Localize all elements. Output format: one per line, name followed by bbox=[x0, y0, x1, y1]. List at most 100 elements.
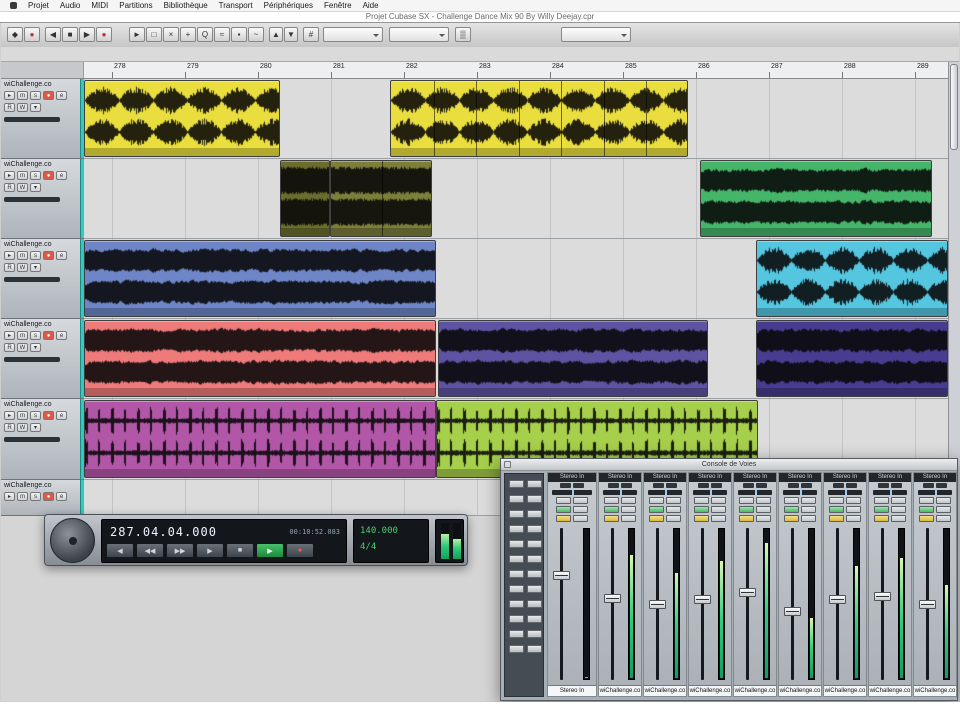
write-button[interactable] bbox=[573, 506, 588, 513]
insert-button[interactable] bbox=[756, 515, 771, 522]
read-button[interactable] bbox=[874, 506, 889, 513]
track-button[interactable]: ▾ bbox=[30, 343, 41, 352]
mixer-common-button[interactable] bbox=[527, 585, 542, 593]
mute-button[interactable] bbox=[604, 497, 619, 504]
audio-clip[interactable] bbox=[330, 160, 432, 237]
menu-item-midi[interactable]: MIDI bbox=[91, 1, 108, 10]
track-button[interactable]: R bbox=[4, 263, 15, 272]
audio-clip[interactable] bbox=[280, 160, 330, 237]
mixer-common-button[interactable] bbox=[527, 570, 542, 578]
channel-routing[interactable]: Stereo In bbox=[869, 473, 911, 482]
toolbar-button[interactable]: + bbox=[180, 27, 196, 42]
mixer-common-button[interactable] bbox=[509, 645, 524, 653]
mixer-common-button[interactable] bbox=[527, 495, 542, 503]
toolbar-dropdown[interactable] bbox=[389, 27, 449, 42]
mixer-common-button[interactable] bbox=[509, 540, 524, 548]
read-button[interactable] bbox=[919, 506, 934, 513]
toolbar-button[interactable]: Q bbox=[197, 27, 213, 42]
fader-cap[interactable] bbox=[694, 595, 711, 604]
mixer-common-button[interactable] bbox=[527, 555, 542, 563]
track-button[interactable]: W bbox=[17, 423, 28, 432]
channel-name[interactable]: wiChallenge.co bbox=[644, 685, 686, 696]
mixer-common-button[interactable] bbox=[509, 570, 524, 578]
record-button[interactable]: ● bbox=[286, 543, 314, 558]
mixer-common-button[interactable] bbox=[527, 600, 542, 608]
track-button[interactable]: s bbox=[30, 411, 41, 420]
toolbar-button[interactable]: ▒ bbox=[455, 27, 471, 42]
track-header[interactable]: wiChallenge.co ▸ m s ● e R W ▾ bbox=[1, 239, 84, 319]
mixer-common-button[interactable] bbox=[509, 525, 524, 533]
track-button[interactable]: s bbox=[30, 331, 41, 340]
toolbar-button[interactable]: ▼ bbox=[284, 27, 298, 42]
insert-button[interactable] bbox=[666, 515, 681, 522]
mixer-common-button[interactable] bbox=[527, 510, 542, 518]
toolbar-button[interactable]: ≈ bbox=[214, 27, 230, 42]
channel-name[interactable]: wiChallenge.co bbox=[914, 685, 956, 696]
edit-button[interactable] bbox=[919, 515, 934, 522]
pan-slider[interactable] bbox=[873, 490, 907, 495]
read-button[interactable] bbox=[829, 506, 844, 513]
edit-button[interactable] bbox=[556, 515, 571, 522]
tempo-display[interactable]: 140.000 bbox=[360, 526, 398, 536]
track-button[interactable]: s bbox=[30, 492, 41, 501]
channel-routing[interactable]: Stereo In bbox=[824, 473, 866, 482]
audio-clip[interactable] bbox=[756, 320, 948, 397]
signature-display[interactable]: 4/4 bbox=[360, 542, 376, 552]
track-header[interactable]: wiChallenge.co ▸ m s ● e R W ▾ bbox=[1, 159, 84, 239]
track-button[interactable]: s bbox=[30, 251, 41, 260]
mute-button[interactable] bbox=[874, 497, 889, 504]
track-button[interactable]: s bbox=[30, 91, 41, 100]
pan-slider[interactable] bbox=[828, 490, 862, 495]
channel-name[interactable]: wiChallenge.co bbox=[869, 685, 911, 696]
track-button[interactable]: ▸ bbox=[4, 492, 15, 501]
fader-cap[interactable] bbox=[784, 607, 801, 616]
track-button[interactable]: W bbox=[17, 183, 28, 192]
write-button[interactable] bbox=[756, 506, 771, 513]
edit-button[interactable] bbox=[694, 515, 709, 522]
read-button[interactable] bbox=[604, 506, 619, 513]
goto-end-button[interactable]: ▶ bbox=[196, 543, 224, 558]
track-button[interactable]: ▾ bbox=[30, 183, 41, 192]
forward-button[interactable]: ▶▶ bbox=[166, 543, 194, 558]
track-button[interactable]: s bbox=[30, 171, 41, 180]
pan-slider[interactable] bbox=[648, 490, 682, 495]
mixer-common-button[interactable] bbox=[527, 615, 542, 623]
channel-routing[interactable]: Stereo In bbox=[599, 473, 641, 482]
mute-button[interactable] bbox=[739, 497, 754, 504]
goto-start-button[interactable]: ◀ bbox=[106, 543, 134, 558]
menu-item-bibliothèque[interactable]: Bibliothèque bbox=[164, 1, 208, 10]
track-button[interactable]: e bbox=[56, 91, 67, 100]
mute-button[interactable] bbox=[829, 497, 844, 504]
menu-item-partitions[interactable]: Partitions bbox=[119, 1, 152, 10]
track-header[interactable]: wiChallenge.co ▸ m s ● e bbox=[1, 480, 84, 516]
track-button[interactable]: m bbox=[17, 492, 28, 501]
fader-cap[interactable] bbox=[604, 594, 621, 603]
read-button[interactable] bbox=[556, 506, 571, 513]
fader-cap[interactable] bbox=[553, 571, 570, 580]
mixer-titlebar[interactable]: Console de Voies bbox=[501, 459, 957, 471]
pan-slider[interactable] bbox=[738, 490, 772, 495]
track-volume-slider[interactable] bbox=[4, 117, 60, 122]
track-volume-slider[interactable] bbox=[4, 437, 60, 442]
toolbar-button[interactable]: ◀ bbox=[45, 27, 61, 42]
toolbar-dropdown[interactable] bbox=[323, 27, 383, 42]
track-button[interactable]: ▾ bbox=[30, 103, 41, 112]
read-button[interactable] bbox=[649, 506, 664, 513]
pan-slider[interactable] bbox=[552, 490, 592, 495]
track-button[interactable]: ▾ bbox=[30, 263, 41, 272]
track-button[interactable]: R bbox=[4, 423, 15, 432]
channel-routing[interactable]: Stereo In bbox=[689, 473, 731, 482]
solo-button[interactable] bbox=[573, 497, 588, 504]
track-button[interactable]: R bbox=[4, 343, 15, 352]
mute-button[interactable] bbox=[649, 497, 664, 504]
audio-clip[interactable] bbox=[84, 80, 280, 157]
mute-button[interactable] bbox=[919, 497, 934, 504]
track-button[interactable]: R bbox=[4, 183, 15, 192]
mute-button[interactable] bbox=[556, 497, 571, 504]
menu-item-transport[interactable]: Transport bbox=[219, 1, 253, 10]
solo-button[interactable] bbox=[621, 497, 636, 504]
edit-button[interactable] bbox=[829, 515, 844, 522]
mixer-common-button[interactable] bbox=[509, 555, 524, 563]
solo-button[interactable] bbox=[801, 497, 816, 504]
record-enable-button[interactable]: ● bbox=[43, 492, 54, 501]
